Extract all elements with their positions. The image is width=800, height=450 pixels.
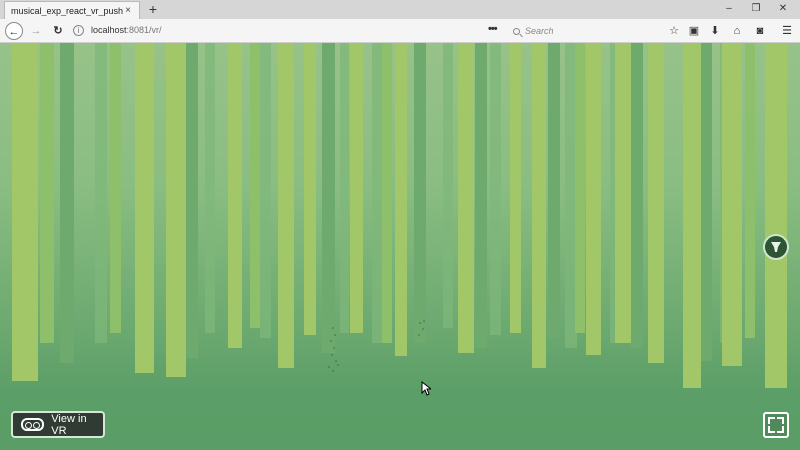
forest-trees xyxy=(12,43,787,388)
url-host: localhost xyxy=(91,25,127,35)
forward-button[interactable]: → xyxy=(27,22,45,40)
tab-active[interactable]: musical_exp_react_vr_pusher × xyxy=(4,1,140,19)
url-path: :8081/vr/ xyxy=(126,25,162,35)
minimize-button[interactable]: – xyxy=(718,1,740,17)
search-icon xyxy=(513,27,520,35)
view-in-vr-button[interactable]: View in VR xyxy=(11,411,105,438)
tab-title: musical_exp_react_vr_pusher xyxy=(11,5,123,16)
search-box[interactable] xyxy=(509,22,659,40)
mouse-cursor-icon xyxy=(421,381,431,396)
close-tab-icon[interactable]: × xyxy=(123,5,133,16)
menu-icon[interactable]: ☰ xyxy=(779,23,795,39)
back-button[interactable]: ← xyxy=(5,22,23,40)
view-in-vr-label: View in VR xyxy=(51,412,87,437)
search-input[interactable] xyxy=(525,26,645,36)
new-tab-button[interactable]: + xyxy=(146,2,160,16)
download-icon[interactable]: ⬇ xyxy=(707,23,723,39)
home-icon[interactable]: ⌂ xyxy=(729,23,745,39)
fullscreen-icon-corner xyxy=(777,426,784,433)
url-bar[interactable]: localhost:8081/vr/ xyxy=(91,25,162,35)
sound-icon[interactable] xyxy=(763,234,789,260)
clipboard-icon[interactable]: ▣ xyxy=(686,23,702,39)
restore-button[interactable]: ❐ xyxy=(745,1,767,17)
vr-goggles-icon xyxy=(21,418,45,431)
vr-scene[interactable] xyxy=(0,43,800,450)
site-info-icon[interactable]: i xyxy=(73,25,84,36)
star-icon[interactable]: ☆ xyxy=(666,23,682,39)
nav-bar: ← → ↻ i localhost:8081/vr/ ••• ☆ ▣ ⬇ ⌂ ◙… xyxy=(0,19,800,43)
tab-strip: musical_exp_react_vr_pusher × + – ❐ ✕ xyxy=(0,0,800,19)
reload-button[interactable]: ↻ xyxy=(49,22,67,40)
close-window-button[interactable]: ✕ xyxy=(772,1,794,17)
fullscreen-icon xyxy=(768,417,775,424)
fullscreen-icon-corner xyxy=(777,417,784,424)
pocket-icon[interactable]: ◙ xyxy=(752,23,768,39)
page-actions-button[interactable]: ••• xyxy=(488,23,498,35)
fullscreen-button[interactable] xyxy=(763,412,789,438)
fullscreen-icon-corner xyxy=(768,426,775,433)
